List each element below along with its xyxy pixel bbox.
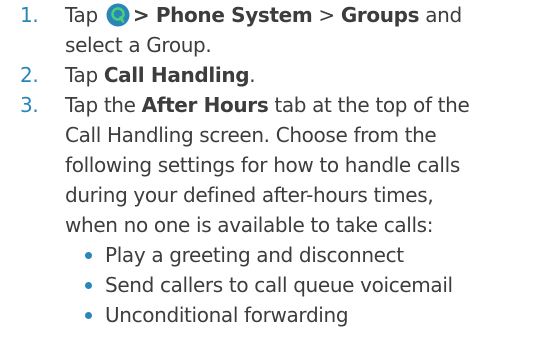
menu-path-phone-system: > Phone System xyxy=(132,3,313,27)
step-line: during your defined after-hours times, xyxy=(65,183,434,207)
bullet-icon xyxy=(85,282,92,289)
menu-path-groups: Groups xyxy=(340,3,420,27)
step-text: and xyxy=(425,3,462,27)
step-text: tab at the top of the xyxy=(274,93,470,117)
option-text: Send callers to call queue voicemail xyxy=(105,273,453,297)
bullet-icon xyxy=(85,252,92,259)
path-separator: > xyxy=(318,3,335,27)
step-line: following settings for how to handle cal… xyxy=(65,153,460,177)
step-2: 2. Tap Call Handling. xyxy=(0,60,538,90)
step-line: Call Handling screen. Choose from the xyxy=(65,123,437,147)
step-number: 1. xyxy=(20,3,39,27)
step-1: 1. Tap > Phone System > Groups and selec… xyxy=(0,0,538,60)
phone-app-icon xyxy=(106,3,130,27)
option-text: Unconditional forwarding xyxy=(105,303,349,327)
step-number: 3. xyxy=(20,93,39,117)
option-text: Play a greeting and disconnect xyxy=(105,243,404,267)
list-item: Unconditional forwarding xyxy=(83,300,453,330)
step-line: Tap the After Hours tab at the top of th… xyxy=(65,90,533,120)
after-hours-options-list: Play a greeting and disconnect Send call… xyxy=(83,240,453,330)
step-text: . xyxy=(249,63,256,87)
step-text: Tap the xyxy=(65,93,136,117)
step-number: 2. xyxy=(20,63,39,87)
call-handling-label: Call Handling xyxy=(103,63,250,87)
step-line: when no one is available to take calls: xyxy=(65,213,434,237)
step-line: Tap Call Handling. xyxy=(65,60,533,90)
document-page: 1. Tap > Phone System > Groups and selec… xyxy=(0,0,538,357)
step-text: Tap xyxy=(65,63,98,87)
list-item: Send callers to call queue voicemail xyxy=(83,270,453,300)
step-text: Tap xyxy=(65,3,98,27)
step-line: select a Group. xyxy=(65,33,212,57)
bullet-icon xyxy=(85,312,92,319)
after-hours-tab-label: After Hours xyxy=(141,93,269,117)
list-item: Play a greeting and disconnect xyxy=(83,240,453,270)
step-line: Tap > Phone System > Groups and xyxy=(65,0,533,30)
